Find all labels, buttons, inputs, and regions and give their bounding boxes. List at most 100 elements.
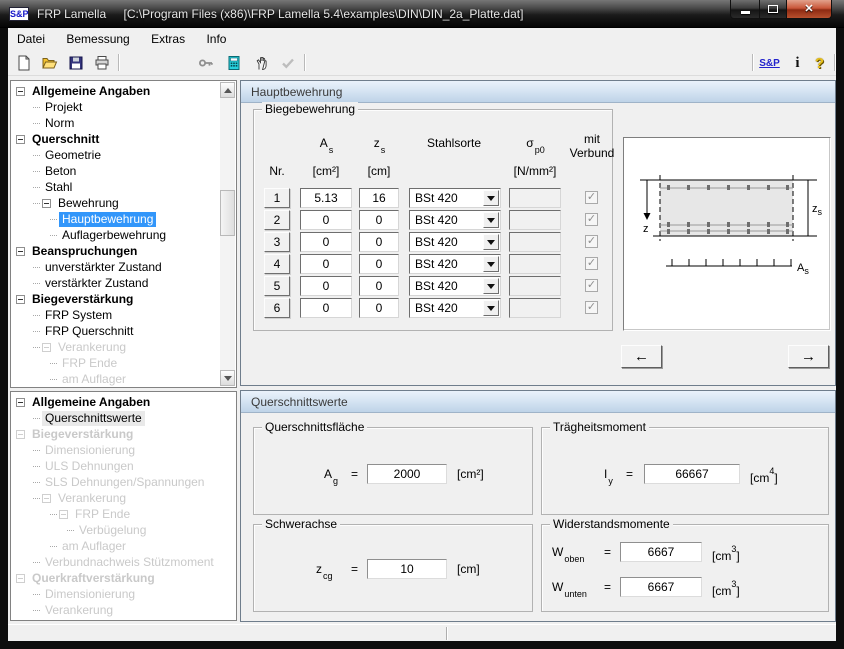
tree-item-stahl[interactable]: Stahl	[12, 179, 220, 195]
as-input[interactable]: 0	[300, 298, 352, 318]
print-button[interactable]	[90, 52, 113, 74]
row-number-button[interactable]: 3	[264, 232, 290, 252]
menu-item-bemessung[interactable]: Bemessung	[57, 28, 138, 50]
scroll-up-button[interactable]	[220, 82, 235, 98]
tree-item-bewehrung[interactable]: Bewehrung	[12, 195, 220, 211]
tree-item-sls-dehnungen-spannungen[interactable]: SLS Dehnungen/Spannungen	[12, 474, 235, 490]
open-file-button[interactable]	[38, 52, 61, 74]
tree-collapse-icon[interactable]	[16, 135, 25, 144]
tree-item-unverst-rkter-zustand[interactable]: unverstärkter Zustand	[12, 259, 220, 275]
tree-item-am-auflager[interactable]: am Auflager	[12, 371, 220, 386]
tree-item-auflagerbewehrung[interactable]: Auflagerbewehrung	[12, 227, 220, 243]
tree-item-querkraftverst-rkung[interactable]: Querkraftverstärkung	[12, 570, 235, 586]
tree-collapse-icon[interactable]	[42, 199, 51, 208]
equals-sign: =	[626, 464, 633, 484]
info-button[interactable]: i	[786, 52, 809, 74]
stahlsorte-dropdown[interactable]: BSt 420	[409, 298, 501, 318]
dropdown-button[interactable]	[483, 300, 499, 316]
dropdown-button[interactable]	[483, 234, 499, 250]
tree-item-geometrie[interactable]: Geometrie	[12, 147, 220, 163]
help-button[interactable]: ?	[808, 52, 831, 74]
tree-item-projekt[interactable]: Projekt	[12, 99, 220, 115]
tree-item-allgemeine-angaben[interactable]: Allgemeine Angaben	[12, 394, 235, 410]
next-button[interactable]: →	[788, 345, 829, 368]
tree-item-verankerung[interactable]: Verankerung	[12, 490, 235, 506]
as-input[interactable]: 0	[300, 276, 352, 296]
tree-collapse-icon[interactable]	[42, 494, 51, 503]
tree-item-am-auflager[interactable]: am Auflager	[12, 538, 235, 554]
tree-item-frp-system[interactable]: FRP System	[12, 307, 220, 323]
tree-item-frp-ende[interactable]: FRP Ende	[12, 506, 235, 522]
tree-collapse-icon[interactable]	[42, 343, 51, 352]
row-number-button[interactable]: 1	[264, 188, 290, 208]
zs-input[interactable]: 0	[359, 210, 399, 230]
dropdown-button[interactable]	[483, 212, 499, 228]
tree-item-hauptbewehrung[interactable]: Hauptbewehrung	[12, 211, 220, 227]
previous-button[interactable]: ←	[621, 345, 662, 368]
zs-input[interactable]: 0	[359, 276, 399, 296]
row-number-button[interactable]: 6	[264, 298, 290, 318]
tree-collapse-icon[interactable]	[16, 398, 25, 407]
as-input[interactable]: 0	[300, 210, 352, 230]
minimize-button[interactable]	[730, 0, 760, 19]
zs-input[interactable]: 0	[359, 298, 399, 318]
save-button[interactable]	[64, 52, 87, 74]
zs-input[interactable]: 0	[359, 232, 399, 252]
tree-collapse-icon[interactable]	[16, 87, 25, 96]
tree-item-frp-querschnitt[interactable]: FRP Querschnitt	[12, 323, 220, 339]
tree-collapse-icon[interactable]	[16, 295, 25, 304]
zs-input[interactable]: 16	[359, 188, 399, 208]
scroll-down-button[interactable]	[220, 370, 235, 386]
tree-collapse-icon[interactable]	[16, 574, 25, 583]
tree-item-querschnitt[interactable]: Querschnitt	[12, 131, 220, 147]
stahlsorte-dropdown[interactable]: BSt 420	[409, 210, 501, 230]
application-window: S&P FRP Lamella [C:\Program Files (x86)\…	[0, 0, 844, 649]
row-number-button[interactable]: 5	[264, 276, 290, 296]
new-document-button[interactable]	[12, 52, 35, 74]
tree-item-beton[interactable]: Beton	[12, 163, 220, 179]
dropdown-button[interactable]	[483, 256, 499, 272]
row-number-button[interactable]: 4	[264, 254, 290, 274]
calculate-button[interactable]	[222, 52, 245, 74]
tree-item-verb-gelung[interactable]: Verbügelung	[12, 522, 235, 538]
tree-item-verbundnachweis-st-tzmoment[interactable]: Verbundnachweis Stützmoment	[12, 554, 235, 570]
menu-item-info[interactable]: Info	[197, 28, 235, 50]
tree-scrollbar[interactable]	[220, 82, 235, 386]
tree-item-beanspruchungen[interactable]: Beanspruchungen	[12, 243, 220, 259]
menu-item-extras[interactable]: Extras	[142, 28, 194, 50]
zs-input[interactable]: 0	[359, 254, 399, 274]
svg-text:z: z	[643, 223, 649, 235]
stahlsorte-dropdown[interactable]: BSt 420	[409, 232, 501, 252]
close-button[interactable]: ✕	[786, 0, 832, 19]
tree-item-frp-ende[interactable]: FRP Ende	[12, 355, 220, 371]
as-input[interactable]: 0	[300, 232, 352, 252]
tree-item-verst-rkter-zustand[interactable]: verstärkter Zustand	[12, 275, 220, 291]
stahlsorte-dropdown[interactable]: BSt 420	[409, 276, 501, 296]
stahlsorte-dropdown[interactable]: BSt 420	[409, 188, 501, 208]
dropdown-button[interactable]	[483, 278, 499, 294]
row-number-button[interactable]: 2	[264, 210, 290, 230]
tree-item-dimensionierung[interactable]: Dimensionierung	[12, 586, 235, 602]
as-input[interactable]: 5.13	[300, 188, 352, 208]
tree-item-querschnittswerte[interactable]: Querschnittswerte	[12, 410, 235, 426]
maximize-button[interactable]	[759, 0, 787, 19]
menu-item-datei[interactable]: Datei	[8, 28, 54, 50]
tree-item-biegeverst-rkung[interactable]: Biegeverstärkung	[12, 426, 235, 442]
tree-collapse-icon[interactable]	[16, 430, 25, 439]
tree-item-biegeverst-rkung[interactable]: Biegeverstärkung	[12, 291, 220, 307]
tree-item-verankerung[interactable]: Verankerung	[12, 602, 235, 618]
stop-button[interactable]	[250, 52, 273, 74]
tree-collapse-icon[interactable]	[16, 247, 25, 256]
sp-website-button[interactable]: S&P	[758, 52, 781, 74]
tree-item-uls-dehnungen[interactable]: ULS Dehnungen	[12, 458, 235, 474]
scrollbar-thumb[interactable]	[220, 190, 235, 236]
stahlsorte-dropdown[interactable]: BSt 420	[409, 254, 501, 274]
login-key-button[interactable]	[194, 52, 217, 74]
tree-item-allgemeine-angaben[interactable]: Allgemeine Angaben	[12, 83, 220, 99]
tree-item-verankerung[interactable]: Verankerung	[12, 339, 220, 355]
tree-collapse-icon[interactable]	[59, 510, 68, 519]
as-input[interactable]: 0	[300, 254, 352, 274]
dropdown-button[interactable]	[483, 190, 499, 206]
tree-item-norm[interactable]: Norm	[12, 115, 220, 131]
tree-item-dimensionierung[interactable]: Dimensionierung	[12, 442, 235, 458]
